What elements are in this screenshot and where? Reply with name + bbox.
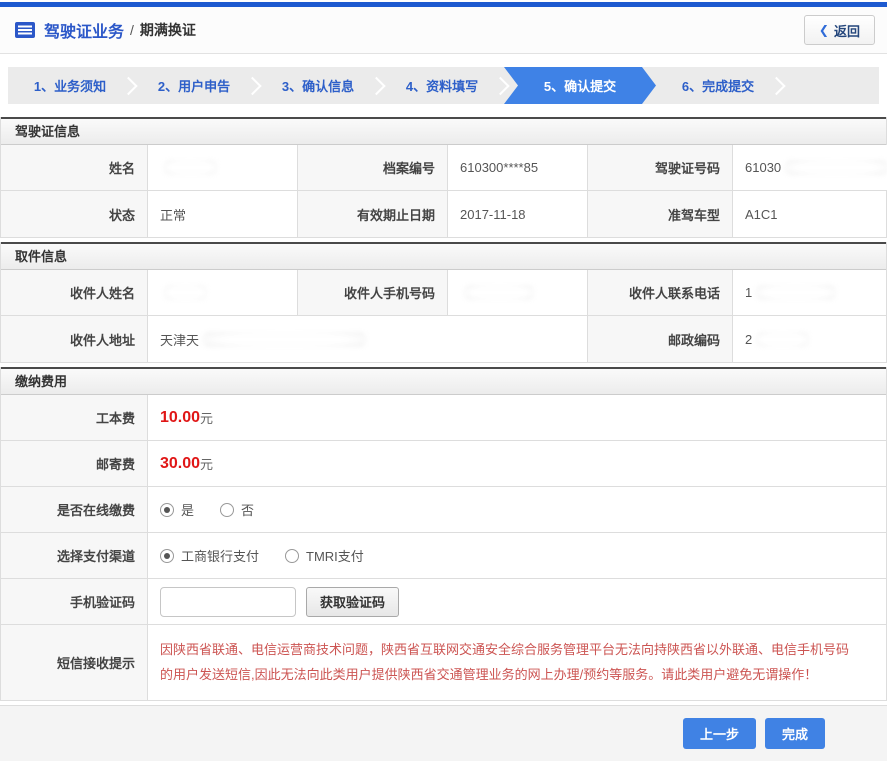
payment-section-title: 缴纳费用 (1, 367, 886, 395)
channel-tmri-option[interactable]: TMRI支付 (285, 546, 364, 565)
page-title: 驾驶证业务 (44, 24, 125, 41)
step-4-fill-data[interactable]: 4、资料填写 (380, 67, 504, 104)
previous-step-button[interactable]: 上一步 (682, 717, 756, 749)
breadcrumb-separator: / (130, 22, 134, 38)
breadcrumb-current: 期满换证 (139, 22, 196, 38)
step-5-confirm-submit-active[interactable]: 5、确认提交 (504, 67, 656, 104)
postal-code-label: 邮政编码 (588, 316, 733, 362)
step-6-complete-submit[interactable]: 6、完成提交 (656, 67, 780, 104)
sms-code-label: 手机验证码 (1, 579, 148, 625)
expiry-date-label: 有效期止日期 (298, 191, 448, 237)
license-info-row-2: 状态 正常 有效期止日期 2017-11-18 准驾车型 A1C1 (1, 191, 886, 237)
back-button-label: 返回 (833, 23, 860, 39)
production-fee-value: 10.00 元 (148, 395, 886, 441)
sms-code-field: 获取验证码 (148, 579, 886, 625)
online-payment-options: 是 否 (148, 487, 886, 533)
footer-action-bar: 上一步 完成 (0, 704, 887, 761)
redacted-license-number (784, 160, 887, 175)
recipient-address-label: 收件人地址 (1, 316, 148, 362)
vehicle-class-value: A1C1 (733, 191, 886, 237)
payment-channel-label: 选择支付渠道 (1, 533, 148, 579)
postage-fee-row: 邮寄费 30.00 元 (1, 441, 886, 487)
license-number-value: 61030 (733, 145, 887, 191)
online-yes-option[interactable]: 是 (160, 500, 194, 519)
radio-checked-icon[interactable] (160, 548, 174, 563)
recipient-mobile-value (448, 270, 588, 316)
postal-code-value: 2 (733, 316, 886, 362)
pickup-info-row-1: 收件人姓名 收件人手机号码 收件人联系电话 1 (1, 270, 886, 316)
redacted-recipient-phone (755, 285, 838, 300)
step-2-declaration[interactable]: 2、用户申告 (132, 67, 256, 104)
postage-fee-value: 30.00 元 (148, 441, 886, 487)
finish-button[interactable]: 完成 (764, 717, 825, 749)
back-chevron-icon: ❮ (818, 23, 829, 37)
document-list-icon (15, 22, 35, 38)
page-header: 驾驶证业务 / 期满换证 ❮ 返回 (0, 7, 887, 54)
recipient-phone-value: 1 (733, 270, 886, 316)
payment-channel-row: 选择支付渠道 工商银行支付 TMRI支付 (1, 533, 886, 579)
sms-code-row: 手机验证码 获取验证码 (1, 579, 886, 625)
back-button[interactable]: ❮ 返回 (803, 15, 875, 45)
channel-icbc-option[interactable]: 工商银行支付 (160, 546, 259, 565)
license-section-title: 驾驶证信息 (1, 117, 886, 145)
license-number-label: 驾驶证号码 (588, 145, 733, 191)
sms-notice-text: 因陕西省联通、电信运营商技术问题，陕西省互联网交通安全综合服务管理平台无法向持陕… (148, 625, 886, 700)
status-label: 状态 (1, 191, 148, 237)
production-fee-row: 工本费 10.00 元 (1, 395, 886, 441)
pickup-info-section: 取件信息 收件人姓名 收件人手机号码 收件人联系电话 1 收件人地址 天津天 邮… (0, 242, 887, 363)
status-value: 正常 (148, 191, 298, 237)
payment-section: 缴纳费用 工本费 10.00 元 邮寄费 30.00 元 是否在线缴费 是 否 选择… (0, 367, 887, 701)
redacted-recipient-mobile (463, 285, 535, 300)
radio-unchecked-icon[interactable] (285, 548, 300, 563)
recipient-name-value (148, 270, 298, 316)
production-fee-label: 工本费 (1, 395, 148, 441)
payment-channel-options: 工商银行支付 TMRI支付 (148, 533, 886, 579)
step-3-confirm-info[interactable]: 3、确认信息 (256, 67, 380, 104)
sms-notice-row: 短信接收提示 因陕西省联通、电信运营商技术问题，陕西省互联网交通安全综合服务管理… (1, 625, 886, 700)
recipient-phone-label: 收件人联系电话 (588, 270, 733, 316)
step-1-notice[interactable]: 1、业务须知 (8, 67, 132, 104)
name-value (148, 145, 298, 191)
name-label: 姓名 (1, 145, 148, 191)
pickup-section-title: 取件信息 (1, 242, 886, 270)
file-number-value: 610300****85 (448, 145, 588, 191)
license-info-row-1: 姓名 档案编号 610300****85 驾驶证号码 61030 (1, 145, 887, 191)
file-number-label: 档案编号 (298, 145, 448, 191)
radio-unchecked-icon[interactable] (220, 502, 235, 517)
vehicle-class-label: 准驾车型 (588, 191, 733, 237)
recipient-mobile-label: 收件人手机号码 (298, 270, 448, 316)
online-payment-row: 是否在线缴费 是 否 (1, 487, 886, 533)
sms-notice-label: 短信接收提示 (1, 625, 148, 700)
postage-fee-label: 邮寄费 (1, 441, 148, 487)
redacted-postal-code (755, 331, 811, 347)
wizard-step-bar: 1、业务须知 2、用户申告 3、确认信息 4、资料填写 5、确认提交 6、完成提… (8, 67, 879, 104)
recipient-address-value: 天津天 (148, 316, 588, 362)
sms-code-input[interactable] (160, 586, 296, 617)
get-code-button[interactable]: 获取验证码 (306, 586, 400, 617)
online-payment-label: 是否在线缴费 (1, 487, 148, 533)
pickup-info-row-2: 收件人地址 天津天 邮政编码 2 (1, 316, 886, 362)
online-no-option[interactable]: 否 (220, 500, 254, 519)
redacted-name (163, 160, 218, 175)
redacted-recipient-name (163, 285, 208, 300)
recipient-name-label: 收件人姓名 (1, 270, 148, 316)
redacted-recipient-address (202, 331, 368, 347)
expiry-date-value: 2017-11-18 (448, 191, 588, 237)
license-info-section: 驾驶证信息 姓名 档案编号 610300****85 驾驶证号码 61030 状… (0, 117, 887, 238)
radio-checked-icon[interactable] (160, 502, 174, 517)
